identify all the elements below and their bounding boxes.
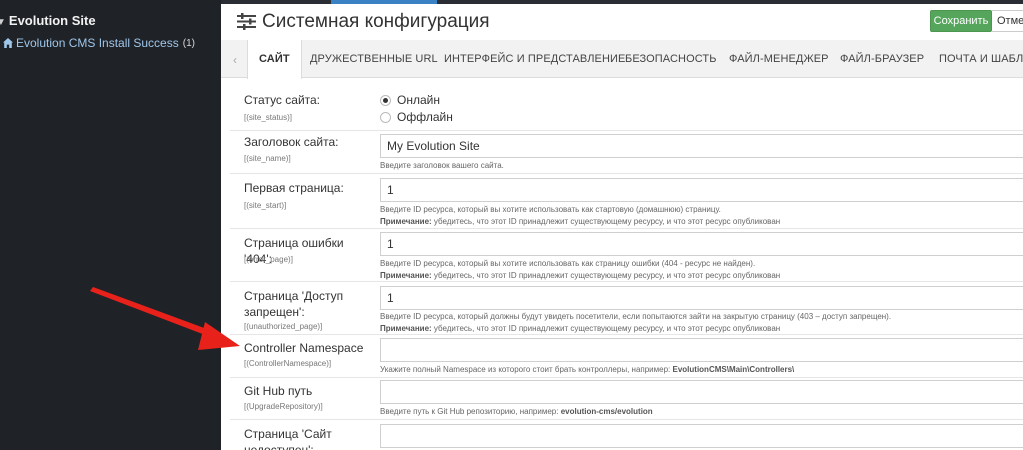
- note-label: Примечание:: [380, 271, 432, 280]
- field-label: Статус сайта:: [244, 93, 321, 107]
- radio-online[interactable]: Онлайн: [380, 93, 440, 107]
- note-text: убедитесь, что этот ID принадлежит сущес…: [431, 217, 781, 226]
- caret-down-icon[interactable]: ▼: [0, 17, 6, 28]
- field-hint: Введите ID ресурса, который должны будут…: [380, 312, 892, 321]
- row-site-unavailable: Страница 'Сайт недоступен':: [230, 420, 1023, 450]
- field-hint: Введите ID ресурса, который вы хотите ис…: [380, 259, 756, 268]
- sidebar-tree: ▼ Evolution Site Evolution CMS Install Su…: [0, 0, 221, 450]
- hint-example: evolution-cms/evolution: [560, 407, 653, 416]
- tree-item-resource[interactable]: Evolution CMS Install Success (1): [2, 36, 195, 50]
- radio-button-checked[interactable]: [380, 94, 391, 106]
- site-unavailable-input[interactable]: [380, 424, 1023, 448]
- sliders-icon: [237, 13, 256, 30]
- note-text: убедитесь, что этот ID принадлежит сущес…: [431, 271, 781, 280]
- error-page-input[interactable]: 1: [380, 232, 1023, 256]
- settings-form: Статус сайта: [(site_status)] Онлайн Офф…: [221, 78, 1023, 450]
- site-name-input[interactable]: My Evolution Site: [380, 134, 1023, 158]
- tree-root[interactable]: ▼ Evolution Site: [0, 13, 96, 28]
- field-key: [(unauthorized_page)]: [244, 322, 323, 331]
- row-site-start: Первая страница: [(site_start)] 1 Введит…: [230, 174, 1023, 229]
- row-controller-namespace: Controller Namespace [(ControllerNamespa…: [230, 335, 1023, 378]
- hint-text: Укажите полный Namespace из которого сто…: [380, 365, 673, 374]
- field-key: [(ControllerNamespace)]: [244, 359, 332, 368]
- field-key: [(site_name)]: [244, 154, 291, 163]
- radio-button-unchecked[interactable]: [380, 111, 391, 123]
- tab-file-manager[interactable]: ФАЙЛ-МЕНЕДЖЕР: [729, 53, 829, 65]
- tree-root-label: Evolution Site: [8, 13, 96, 28]
- home-icon: [3, 38, 13, 48]
- field-label: Git Hub путь: [244, 384, 313, 398]
- hint-text: Введите путь к Git Hub репозиторию, напр…: [380, 407, 561, 416]
- cancel-button[interactable]: Отмена: [992, 10, 1023, 32]
- tab-mail-templates[interactable]: ПОЧТА И ШАБЛОНЫ: [939, 53, 1023, 65]
- tab-interface[interactable]: ИНТЕРФЕЙС И ПРЕДСТАВЛЕНИЕ: [444, 53, 625, 65]
- field-label: Controller Namespace: [244, 341, 364, 355]
- tab-site[interactable]: САЙТ: [247, 40, 302, 79]
- tab-bar: ‹ САЙТ ДРУЖЕСТВЕННЫЕ URL ИНТЕРФЕЙС И ПРЕ…: [221, 40, 1023, 79]
- controller-namespace-input[interactable]: [380, 338, 1023, 362]
- field-note: Примечание: убедитесь, что этот ID прина…: [380, 271, 780, 280]
- tab-friendly-url[interactable]: ДРУЖЕСТВЕННЫЕ URL: [310, 53, 438, 65]
- row-site-status: Статус сайта: [(site_status)] Онлайн Офф…: [230, 86, 1023, 131]
- row-upgrade-repository: Git Hub путь [(UpgradeRepository)] Введи…: [230, 378, 1023, 420]
- field-key: [(site_status)]: [244, 113, 293, 122]
- radio-label: Оффлайн: [397, 110, 453, 124]
- field-hint: Укажите полный Namespace из которого сто…: [380, 365, 794, 374]
- chevron-left-icon[interactable]: ‹: [233, 53, 237, 67]
- hint-example: EvolutionCMS\Main\Controllers\: [672, 365, 795, 374]
- row-unauthorized-page: Страница 'Доступ запрещен': [(unauthoriz…: [230, 282, 1023, 335]
- field-key: [(UpgradeRepository)]: [244, 402, 323, 411]
- tab-security[interactable]: БЕЗОПАСНОСТЬ: [625, 53, 717, 65]
- app-window: ▼ Evolution Site Evolution CMS Install Su…: [0, 0, 1023, 450]
- upgrade-repository-input[interactable]: [380, 380, 1023, 404]
- tree-item-count: (1): [182, 37, 195, 49]
- radio-offline[interactable]: Оффлайн: [380, 110, 453, 124]
- field-key: [(error_page)]: [244, 255, 293, 264]
- field-label: Первая страница:: [244, 181, 344, 195]
- note-label: Примечание:: [380, 217, 432, 226]
- field-hint: Введите путь к Git Hub репозиторию, напр…: [380, 407, 653, 416]
- save-button[interactable]: Сохранить: [930, 10, 992, 32]
- page-header: Системная конфигурация Сохранить Отмена: [221, 4, 1023, 40]
- main-panel: Системная конфигурация Сохранить Отмена …: [221, 4, 1023, 450]
- field-label: Заголовок сайта:: [244, 135, 339, 149]
- field-label: Страница 'Сайт недоступен':: [244, 427, 332, 450]
- field-hint: Введите заголовок вашего сайта.: [380, 161, 504, 170]
- field-hint: Введите ID ресурса, который вы хотите ис…: [380, 205, 721, 214]
- radio-label: Онлайн: [397, 93, 440, 107]
- site-start-input[interactable]: 1: [380, 178, 1023, 202]
- page-title: Системная конфигурация: [262, 11, 490, 32]
- row-site-name: Заголовок сайта: [(site_name)] My Evolut…: [230, 131, 1023, 174]
- field-note: Примечание: убедитесь, что этот ID прина…: [380, 324, 780, 333]
- unauthorized-page-input[interactable]: 1: [380, 286, 1023, 310]
- field-key: [(site_start)]: [244, 201, 287, 210]
- note-label: Примечание:: [380, 324, 432, 333]
- field-note: Примечание: убедитесь, что этот ID прина…: [380, 217, 780, 226]
- tree-item-label: Evolution CMS Install Success: [16, 36, 179, 50]
- field-label: Страница 'Доступ запрещен':: [244, 289, 344, 319]
- tab-file-browser[interactable]: ФАЙЛ-БРАУЗЕР: [840, 53, 924, 65]
- note-text: убедитесь, что этот ID принадлежит сущес…: [431, 324, 781, 333]
- row-error-page: Страница ошибки '404': [(error_page)] 1 …: [230, 229, 1023, 282]
